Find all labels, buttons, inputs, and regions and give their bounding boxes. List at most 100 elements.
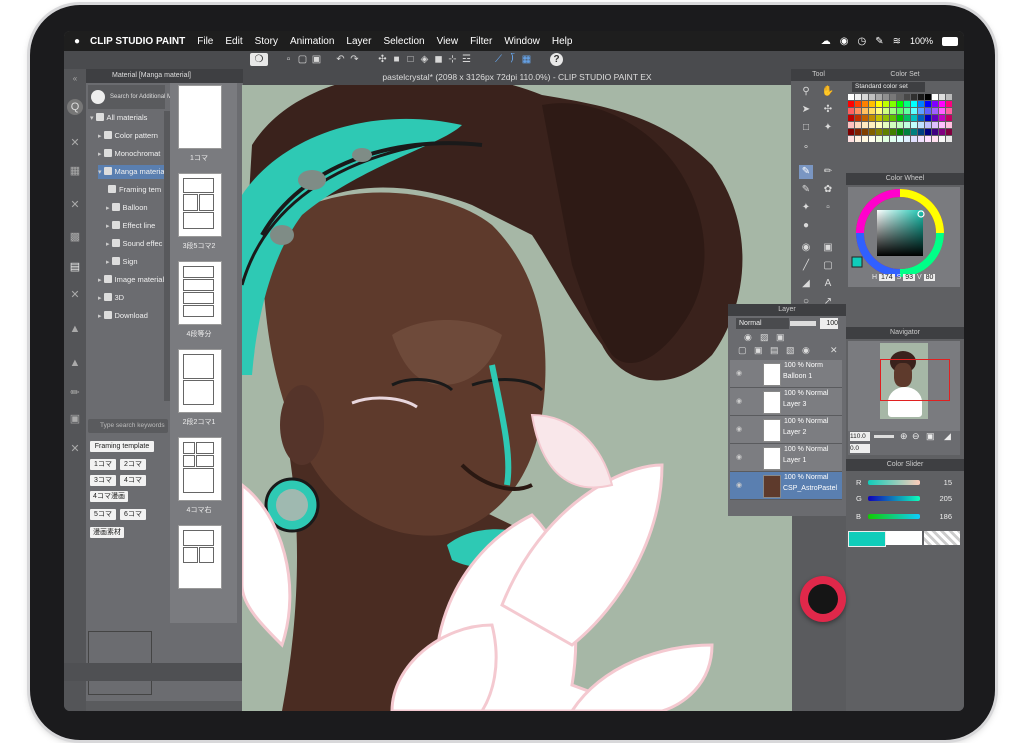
- pencil-tool-icon[interactable]: ✏: [821, 165, 835, 179]
- eye-icon[interactable]: ◉: [736, 453, 742, 461]
- color-swatch[interactable]: [932, 108, 938, 114]
- color-swatch[interactable]: [883, 115, 889, 121]
- color-swatch[interactable]: [939, 108, 945, 114]
- keyword-search-input[interactable]: Type search keywords: [88, 419, 168, 433]
- color-swatch[interactable]: [932, 94, 938, 100]
- layer-row[interactable]: ◉ 100 % Normal Layer 2: [730, 416, 842, 444]
- color-swatch[interactable]: [862, 94, 868, 100]
- color-swatch[interactable]: [855, 122, 861, 128]
- eye-icon[interactable]: ◉: [736, 397, 742, 405]
- color-swatch[interactable]: [883, 94, 889, 100]
- slider-r[interactable]: R 15: [856, 477, 958, 489]
- menu-layer[interactable]: Layer: [346, 36, 371, 47]
- color-swatch[interactable]: [876, 136, 882, 142]
- fill-icon[interactable]: ◈: [418, 53, 431, 66]
- color-swatch[interactable]: [890, 108, 896, 114]
- color-swatch[interactable]: [876, 115, 882, 121]
- color-swatch[interactable]: [911, 101, 917, 107]
- color-swatch[interactable]: [918, 115, 924, 121]
- color-swatch[interactable]: [855, 129, 861, 135]
- tree-arrow-icon[interactable]: ▸: [98, 277, 102, 284]
- color-swatch[interactable]: [869, 108, 875, 114]
- color-swatch[interactable]: [911, 108, 917, 114]
- color-swatch[interactable]: [911, 122, 917, 128]
- material-thumbnail[interactable]: [178, 437, 222, 501]
- color-swatch[interactable]: [925, 136, 931, 142]
- eye-icon[interactable]: ◉: [736, 481, 742, 489]
- color-swatch[interactable]: [862, 129, 868, 135]
- color-swatch[interactable]: [848, 108, 854, 114]
- brush-size-icon[interactable]: ✕: [67, 197, 83, 213]
- tree-arrow-icon[interactable]: ▸: [98, 313, 102, 320]
- color-swatch[interactable]: [932, 115, 938, 121]
- color-swatch[interactable]: [883, 122, 889, 128]
- record-button[interactable]: [800, 576, 846, 622]
- color-swatch[interactable]: [939, 94, 945, 100]
- blend-tool-icon[interactable]: ●: [799, 219, 813, 233]
- tree-arrow-icon[interactable]: ▸: [98, 151, 102, 158]
- crop-icon[interactable]: ◼: [432, 53, 445, 66]
- collapse-icon[interactable]: «: [67, 71, 83, 87]
- color-swatch[interactable]: [939, 115, 945, 121]
- delete-layer-icon[interactable]: ✕: [830, 345, 838, 356]
- new-vector-icon[interactable]: ▣: [754, 345, 763, 356]
- material-thumbnail[interactable]: [178, 349, 222, 413]
- new-folder-icon[interactable]: ▤: [770, 345, 779, 356]
- color-swatch[interactable]: [918, 136, 924, 142]
- angle-value[interactable]: 0.0: [850, 444, 870, 453]
- image-icon[interactable]: ▲: [67, 321, 83, 337]
- color-swatch-grid[interactable]: [848, 94, 960, 156]
- tree-item[interactable]: ▾ All materials: [90, 111, 164, 125]
- eraser-tool-icon[interactable]: ▫: [821, 201, 835, 215]
- color-swatch[interactable]: [904, 129, 910, 135]
- tone-icon[interactable]: ▩: [67, 229, 83, 245]
- tree-item[interactable]: Framing tem: [106, 183, 164, 197]
- color-swatch[interactable]: [932, 122, 938, 128]
- material-tab[interactable]: Material [Manga material]: [86, 69, 243, 83]
- snap-special-icon[interactable]: ⟌: [506, 53, 519, 66]
- tree-item[interactable]: ▸ Sign: [106, 255, 164, 269]
- color-swatch[interactable]: [932, 136, 938, 142]
- brush-tool-icon[interactable]: ✎: [799, 183, 813, 197]
- tag-chip[interactable]: 3コマ: [90, 475, 116, 486]
- transparent-swatch[interactable]: [924, 531, 960, 545]
- tag-chip[interactable]: 4コマ: [120, 475, 146, 486]
- color-swatch[interactable]: [876, 108, 882, 114]
- navigator-viewport[interactable]: [880, 359, 950, 401]
- color-swatch[interactable]: [848, 101, 854, 107]
- decoration-tool-icon[interactable]: ✦: [799, 201, 813, 215]
- s-value[interactable]: 93: [903, 274, 916, 281]
- slider-g[interactable]: G 205: [856, 493, 958, 505]
- color-swatch[interactable]: [862, 122, 868, 128]
- app-menu[interactable]: CLIP STUDIO PAINT: [90, 36, 185, 47]
- color-swatch[interactable]: [862, 108, 868, 114]
- color-swatch[interactable]: [925, 108, 931, 114]
- color-swatch[interactable]: [897, 101, 903, 107]
- snap-icon[interactable]: ⊹: [446, 53, 459, 66]
- color-swatch[interactable]: [918, 94, 924, 100]
- zoom-slider[interactable]: [874, 435, 894, 438]
- color-swatch[interactable]: [946, 108, 952, 114]
- r-bar[interactable]: [868, 480, 920, 485]
- layer-clip-icon[interactable]: ▣: [776, 332, 785, 343]
- color-swatch[interactable]: [897, 108, 903, 114]
- tree-arrow-icon[interactable]: ▾: [98, 169, 102, 176]
- selection-tool-icon[interactable]: □: [799, 121, 813, 135]
- eye-icon[interactable]: ◉: [736, 369, 742, 377]
- color-swatch[interactable]: [946, 122, 952, 128]
- color-swatch[interactable]: [869, 101, 875, 107]
- b-value[interactable]: 186: [934, 511, 952, 523]
- redo-icon[interactable]: ↷: [348, 53, 361, 66]
- material-thumbnail[interactable]: [178, 525, 222, 589]
- color-swatch[interactable]: [939, 136, 945, 142]
- slider-b[interactable]: B 186: [856, 511, 958, 523]
- ruler-icon[interactable]: ☲: [460, 53, 473, 66]
- color-swatch[interactable]: [918, 108, 924, 114]
- color-swatch[interactable]: [918, 101, 924, 107]
- color-swatch[interactable]: [890, 129, 896, 135]
- color-swatch[interactable]: [883, 108, 889, 114]
- menu-view[interactable]: View: [437, 36, 459, 47]
- color-swatch[interactable]: [932, 129, 938, 135]
- eye-icon[interactable]: ◉: [736, 425, 742, 433]
- effect-icon[interactable]: ✕: [67, 287, 83, 303]
